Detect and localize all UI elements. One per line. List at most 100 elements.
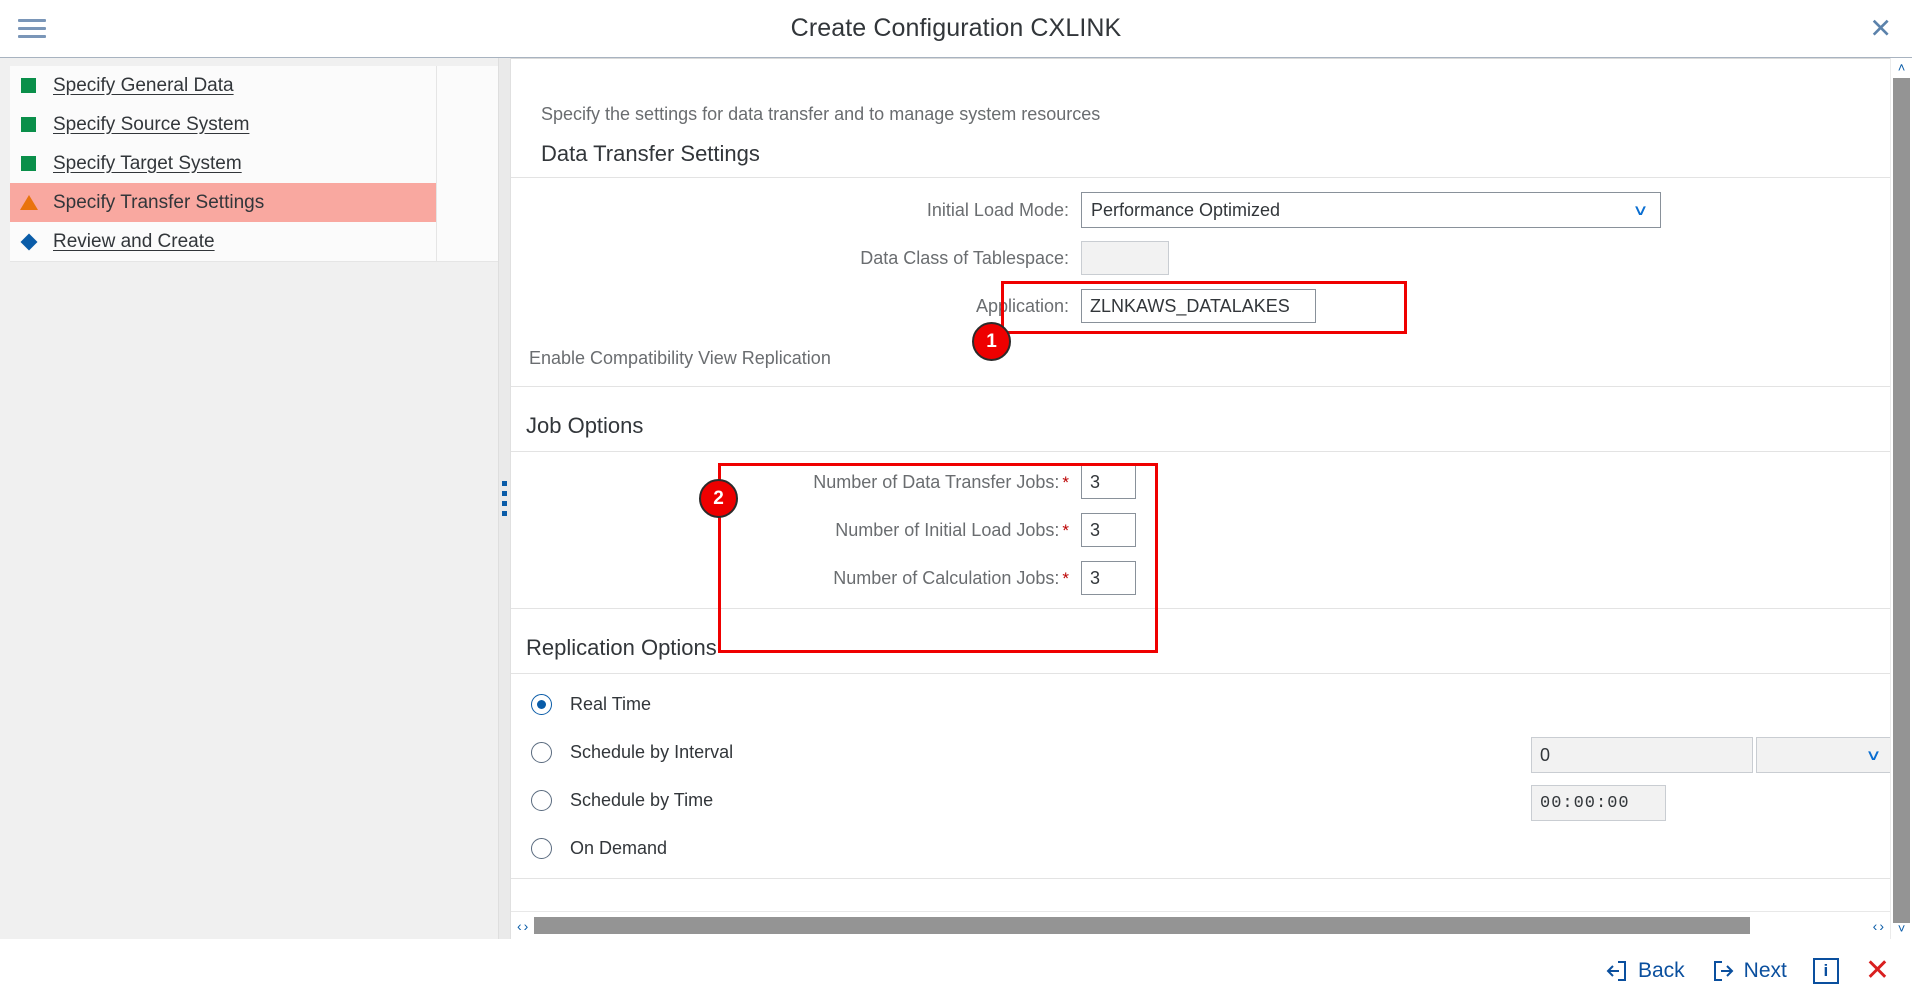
- calculation-jobs-label: Number of Calculation Jobs: *: [511, 568, 1081, 589]
- enable-compatibility-view-label[interactable]: Enable Compatibility View Replication: [529, 348, 831, 369]
- section-title-job-options: Job Options: [526, 413, 644, 438]
- data-transfer-jobs-input[interactable]: 3: [1081, 465, 1136, 499]
- hscroll-thumb[interactable]: [534, 917, 1751, 934]
- replication-options-group: Real Time Schedule by Interval 0 ∨ Sched…: [511, 673, 1890, 879]
- close-icon[interactable]: ✕: [1869, 15, 1892, 42]
- hscroll-next-icon[interactable]: ›: [524, 918, 529, 934]
- wizard-sidebar: Specify General Data Specify Source Syst…: [0, 58, 511, 939]
- initial-load-mode-value: Performance Optimized: [1091, 199, 1281, 220]
- interval-unit-select[interactable]: ∨: [1756, 737, 1890, 773]
- application-label: Application:: [975, 295, 1069, 316]
- schedule-time-input[interactable]: 00:00:00: [1531, 785, 1666, 821]
- data-transfer-jobs-label: Number of Data Transfer Jobs: *: [511, 472, 1081, 493]
- radio-label-schedule-by-time: Schedule by Time: [570, 789, 714, 810]
- radio-row-real-time[interactable]: Real Time: [511, 680, 1890, 728]
- menu-bar-2: [18, 27, 46, 30]
- settings-scroll-container: Specify the settings for data transfer a…: [511, 59, 1890, 911]
- info-button[interactable]: i: [1812, 957, 1839, 984]
- radio-label-schedule-by-interval: Schedule by Interval: [570, 741, 734, 762]
- menu-bar-3: [18, 35, 46, 38]
- section-title-replication-options: Replication Options: [526, 635, 717, 660]
- chevron-down-icon: ∨: [1632, 201, 1649, 219]
- sidebar-item-label: Specify Target System: [53, 152, 242, 174]
- calculation-jobs-input[interactable]: 3: [1081, 561, 1136, 595]
- dialog-body: Specify General Data Specify Source Syst…: [0, 58, 1912, 939]
- initial-load-mode-select[interactable]: Performance Optimized ∨: [1081, 192, 1661, 228]
- dialog-header: Create Configuration CXLINK ✕: [0, 0, 1912, 58]
- sidebar-item-label: Specify General Data: [53, 74, 234, 96]
- radio-schedule-by-interval[interactable]: [531, 741, 552, 763]
- application-row: Application: ZLNKAWS_DATALAKES: [511, 282, 1890, 330]
- settings-content-area: Specify the settings for data transfer a…: [511, 58, 1890, 939]
- back-button[interactable]: Back: [1605, 959, 1685, 983]
- vscroll-up-icon[interactable]: ˄: [1898, 58, 1906, 78]
- sidebar-item-specify-target-system[interactable]: Specify Target System: [10, 144, 436, 183]
- radio-label-on-demand: On Demand: [570, 837, 668, 858]
- required-marker: *: [1062, 520, 1069, 540]
- radio-row-on-demand[interactable]: On Demand: [511, 824, 1890, 872]
- radio-row-schedule-by-time[interactable]: Schedule by Time 00:00:00: [511, 776, 1890, 824]
- required-marker: *: [1062, 472, 1069, 492]
- sidebar-item-label: Specify Source System: [53, 113, 250, 135]
- calculation-jobs-row: Number of Calculation Jobs: * 3: [511, 554, 1890, 602]
- dialog-footer: Back Next i ✕: [0, 939, 1912, 1001]
- hscroll-track[interactable]: [534, 917, 1867, 934]
- hscroll-prev-icon[interactable]: ‹: [517, 918, 522, 934]
- horizontal-scrollbar[interactable]: ‹ › ‹ ›: [511, 911, 1890, 939]
- initial-load-mode-row: Initial Load Mode: Performance Optimized…: [511, 186, 1890, 234]
- sidebar-item-label: Specify Transfer Settings: [53, 191, 265, 213]
- initial-load-jobs-input[interactable]: 3: [1081, 513, 1136, 547]
- create-configuration-dialog: Create Configuration CXLINK ✕ Specify Ge…: [0, 0, 1912, 1001]
- radio-on-demand[interactable]: [531, 837, 552, 859]
- back-arrow-icon: [1605, 959, 1629, 983]
- radio-row-schedule-by-interval[interactable]: Schedule by Interval 0 ∨: [511, 728, 1890, 776]
- data-class-input[interactable]: [1081, 241, 1169, 275]
- label-text: Number of Data Transfer Jobs:: [813, 471, 1060, 492]
- status-complete-icon: [20, 155, 37, 172]
- next-button-label: Next: [1743, 958, 1787, 982]
- annotation-badge-2: 2: [699, 479, 738, 518]
- required-marker: *: [1062, 568, 1069, 588]
- splitter-grip-icon: [502, 481, 507, 516]
- status-complete-icon: [20, 116, 37, 133]
- pane-splitter-handle[interactable]: [498, 58, 510, 939]
- next-arrow-icon: [1711, 959, 1735, 983]
- data-transfer-settings-group: Initial Load Mode: Performance Optimized…: [511, 177, 1890, 387]
- interval-value-input[interactable]: 0: [1531, 737, 1753, 773]
- back-button-label: Back: [1637, 958, 1685, 982]
- sidebar-item-specify-general-data[interactable]: Specify General Data: [10, 66, 436, 105]
- next-button[interactable]: Next: [1711, 959, 1787, 983]
- wizard-step-list: Specify General Data Specify Source Syst…: [10, 66, 510, 262]
- job-options-group: Number of Data Transfer Jobs: * 3 Number …: [511, 451, 1890, 609]
- hscroll-arrows-left[interactable]: ‹ ›: [511, 918, 534, 934]
- sidebar-item-specify-transfer-settings[interactable]: Specify Transfer Settings: [10, 183, 436, 222]
- radio-schedule-by-time[interactable]: [531, 789, 552, 811]
- compat-view-row: Enable Compatibility View Replication: [511, 330, 1890, 386]
- radio-real-time[interactable]: [531, 693, 552, 715]
- vscroll-thumb[interactable]: [1893, 78, 1910, 923]
- menu-bar-1: [18, 19, 46, 22]
- vscroll-track[interactable]: [1893, 78, 1910, 923]
- application-input[interactable]: ZLNKAWS_DATALAKES: [1081, 289, 1316, 323]
- hscroll-arrows-right[interactable]: ‹ ›: [1867, 918, 1890, 934]
- label-text: Number of Calculation Jobs:: [833, 567, 1060, 588]
- initial-load-jobs-label: Number of Initial Load Jobs: *: [511, 520, 1081, 541]
- hamburger-menu-icon[interactable]: [14, 14, 50, 44]
- intro-text: Specify the settings for data transfer a…: [541, 104, 1101, 124]
- radio-label-real-time: Real Time: [570, 693, 652, 714]
- sidebar-item-specify-source-system[interactable]: Specify Source System: [10, 105, 436, 144]
- annotation-badge-1: 1: [972, 322, 1011, 361]
- chevron-down-icon: ∨: [1865, 746, 1882, 764]
- page-title: Create Configuration CXLINK: [790, 14, 1122, 42]
- label-text: Number of Initial Load Jobs:: [835, 519, 1060, 540]
- status-warning-icon: [19, 194, 38, 211]
- hscroll-next-icon[interactable]: ›: [1879, 918, 1884, 934]
- vertical-scrollbar[interactable]: ˄ ˅: [1890, 58, 1912, 939]
- data-class-label: Data Class of Tablespace:: [860, 247, 1069, 268]
- initial-load-mode-label: Initial Load Mode:: [926, 199, 1069, 220]
- section-title-data-transfer: Data Transfer Settings: [541, 141, 760, 166]
- hscroll-prev-icon[interactable]: ‹: [1873, 918, 1878, 934]
- sidebar-item-review-and-create[interactable]: Review and Create: [10, 222, 436, 261]
- footer-close-button[interactable]: ✕: [1865, 955, 1890, 986]
- status-complete-icon: [20, 77, 37, 94]
